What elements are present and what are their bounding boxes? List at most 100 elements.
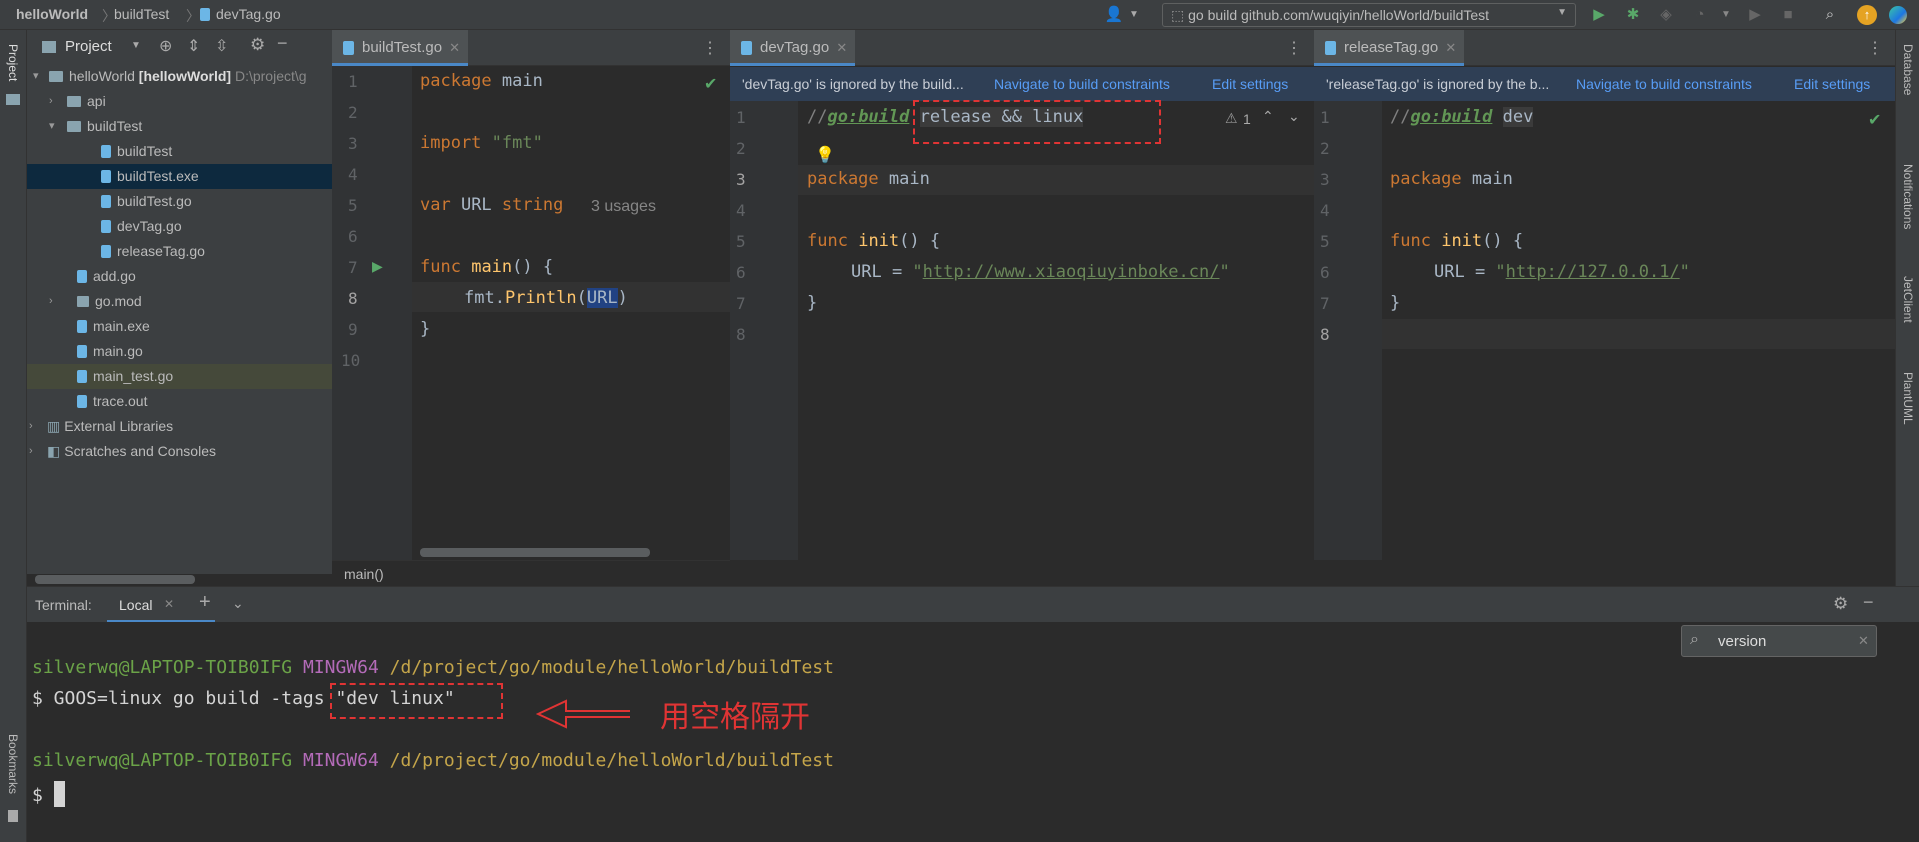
plantuml-tool-button[interactable]: PlantUML bbox=[1901, 372, 1915, 425]
tree-item-scratches[interactable]: › ◧ Scratches and Consoles bbox=[27, 439, 332, 464]
tab-label: devTag.go bbox=[760, 39, 830, 56]
chevron-down-icon[interactable]: ▼ bbox=[1124, 5, 1144, 25]
project-tool-button[interactable]: Project bbox=[6, 44, 20, 81]
tab-buildtest-go[interactable]: buildTest.go ✕ bbox=[332, 30, 469, 66]
minimize-icon[interactable]: − bbox=[277, 33, 288, 54]
run-icon[interactable]: ▶ bbox=[1589, 5, 1609, 25]
gear-icon[interactable]: ⚙ bbox=[1833, 594, 1848, 614]
run-gutter-icon[interactable]: ▶ bbox=[372, 258, 383, 275]
tab-devtag-go[interactable]: devTag.go ✕ bbox=[730, 30, 856, 66]
tree-item-api[interactable]: › api bbox=[27, 89, 332, 114]
edit-settings-link[interactable]: Edit settings bbox=[1212, 67, 1288, 101]
chevron-up-icon[interactable]: ⌃ bbox=[1262, 108, 1274, 125]
annotation-text: 用空格隔开 bbox=[660, 700, 810, 735]
horizontal-scrollbar[interactable] bbox=[35, 575, 195, 584]
warning-count[interactable]: 1 bbox=[1243, 111, 1251, 127]
close-icon[interactable]: ✕ bbox=[164, 597, 174, 611]
jetbrains-logo-icon[interactable] bbox=[1889, 6, 1907, 24]
debug-icon[interactable]: ✱ bbox=[1623, 5, 1643, 25]
minimize-icon[interactable]: − bbox=[1863, 592, 1874, 613]
url-string[interactable]: http://127.0.0.1/ bbox=[1506, 262, 1680, 282]
url-string[interactable]: http://www.xiaoqiuyinboke.cn/ bbox=[923, 262, 1220, 282]
jetclient-tool-button[interactable]: JetClient bbox=[1901, 276, 1915, 323]
run-disabled-icon[interactable]: ▶ bbox=[1745, 5, 1765, 25]
usages-hint[interactable]: 3 usages bbox=[591, 198, 656, 216]
notifications-tool-button[interactable]: Notifications bbox=[1901, 164, 1915, 229]
tree-item-main-go[interactable]: main.go bbox=[27, 339, 332, 364]
chevron-down-icon[interactable]: ⌄ bbox=[232, 595, 244, 612]
more-options-icon[interactable]: ⋮ bbox=[1867, 38, 1883, 58]
breadcrumb-file[interactable]: devTag.go bbox=[216, 6, 281, 22]
annotation-box-tags-arg bbox=[330, 683, 503, 719]
project-panel-title[interactable]: Project bbox=[65, 38, 112, 55]
file-icon bbox=[77, 395, 87, 408]
lightbulb-icon[interactable]: 💡 bbox=[815, 145, 835, 165]
update-icon[interactable]: ↑ bbox=[1857, 5, 1877, 25]
line-number: 1 bbox=[1320, 108, 1330, 127]
more-options-icon[interactable]: ⋮ bbox=[1286, 38, 1302, 58]
navigate-build-constraints-link[interactable]: Navigate to build constraints bbox=[994, 67, 1170, 101]
notice-text: 'devTag.go' is ignored by the build... bbox=[742, 76, 964, 92]
profile-icon[interactable]: ◔ bbox=[1690, 5, 1710, 25]
search-icon[interactable]: ⌕ bbox=[1820, 5, 1840, 25]
more-options-icon[interactable]: ⋮ bbox=[702, 38, 718, 58]
bookmark-icon bbox=[8, 810, 18, 822]
scratches-icon: ◧ bbox=[47, 443, 61, 459]
close-icon[interactable]: ✕ bbox=[1445, 30, 1456, 66]
user-icon[interactable]: 👤 bbox=[1104, 5, 1124, 25]
tree-item-add-go[interactable]: add.go bbox=[27, 264, 332, 289]
expand-all-icon[interactable]: ⇕ bbox=[187, 36, 200, 56]
tab-releasetag-go[interactable]: releaseTag.go ✕ bbox=[1314, 30, 1465, 66]
tree-item-main-exe[interactable]: main.exe bbox=[27, 314, 332, 339]
clear-icon[interactable]: ✕ bbox=[1858, 633, 1869, 649]
tree-item-external-libraries[interactable]: › ▥ External Libraries bbox=[27, 414, 332, 439]
terminal-body[interactable] bbox=[27, 622, 1919, 842]
edit-settings-link[interactable]: Edit settings bbox=[1794, 67, 1870, 101]
current-function-label[interactable]: main() bbox=[344, 566, 384, 582]
tree-item-label: main_test.go bbox=[93, 368, 174, 384]
add-icon[interactable]: + bbox=[199, 591, 211, 614]
tree-item-root[interactable]: ▾ helloWorld [hellowWorld] D:\project\g bbox=[27, 64, 332, 89]
gear-icon[interactable]: ⚙ bbox=[250, 35, 265, 55]
tree-item-releasetag-go[interactable]: releaseTag.go bbox=[27, 239, 332, 264]
breadcrumb-project[interactable]: helloWorld bbox=[16, 6, 88, 22]
build-constraint-notice: 'releaseTag.go' is ignored by the b... N… bbox=[1314, 67, 1895, 101]
search-input[interactable]: version bbox=[1718, 633, 1766, 650]
tree-item-buildtest-exe[interactable]: buildTest.exe bbox=[27, 164, 332, 189]
chevron-down-icon[interactable]: ▼ bbox=[1716, 5, 1736, 25]
horizontal-scrollbar[interactable] bbox=[420, 548, 650, 557]
go-file-icon bbox=[101, 245, 111, 258]
line-number: 3 bbox=[1320, 170, 1330, 189]
tree-item-go-mod[interactable]: › go.mod bbox=[27, 289, 332, 314]
terminal-label: Terminal: bbox=[35, 597, 92, 613]
tab-label: Local bbox=[119, 597, 153, 613]
stop-icon[interactable]: ■ bbox=[1778, 5, 1798, 25]
tree-item-buildtest-folder[interactable]: ▾ buildTest bbox=[27, 114, 332, 139]
line-number: 4 bbox=[348, 165, 358, 184]
database-tool-button[interactable]: Database bbox=[1901, 44, 1915, 95]
line-number: 5 bbox=[1320, 232, 1330, 251]
collapse-all-icon[interactable]: ⇳ bbox=[215, 36, 228, 56]
coverage-icon[interactable]: ◈ bbox=[1656, 5, 1676, 25]
tree-item-buildtest-go[interactable]: buildTest.go bbox=[27, 189, 332, 214]
breadcrumb-folder[interactable]: buildTest bbox=[114, 6, 169, 22]
project-panel-header: Project ▼ ⊕ ⇕ ⇳ ⚙ − bbox=[27, 30, 332, 64]
folder-icon bbox=[49, 71, 63, 82]
terminal-search[interactable]: ⌕ version ✕ bbox=[1681, 625, 1877, 657]
close-icon[interactable]: ✕ bbox=[836, 30, 847, 66]
tree-item-buildtest[interactable]: buildTest bbox=[27, 139, 332, 164]
warning-icon[interactable]: ⚠ bbox=[1225, 110, 1238, 127]
tree-item-main-test-go[interactable]: main_test.go bbox=[27, 364, 332, 389]
line-number: 2 bbox=[736, 139, 746, 158]
tree-item-trace-out[interactable]: trace.out bbox=[27, 389, 332, 414]
tree-item-devtag-go[interactable]: devTag.go bbox=[27, 214, 332, 239]
chevron-down-icon[interactable]: ▼ bbox=[131, 40, 141, 51]
bookmarks-tool-button[interactable]: Bookmarks bbox=[6, 734, 20, 794]
navigate-build-constraints-link[interactable]: Navigate to build constraints bbox=[1576, 67, 1752, 101]
tab-label: releaseTag.go bbox=[1344, 39, 1439, 56]
run-configuration-select[interactable]: ⬚ go build github.com/wuqiyin/helloWorld… bbox=[1162, 3, 1576, 27]
chevron-down-icon[interactable]: ⌄ bbox=[1288, 108, 1300, 125]
editor-tabs-middle: devTag.go ✕ ⋮ bbox=[730, 30, 1314, 66]
close-icon[interactable]: ✕ bbox=[449, 30, 460, 66]
locate-icon[interactable]: ⊕ bbox=[159, 36, 172, 56]
